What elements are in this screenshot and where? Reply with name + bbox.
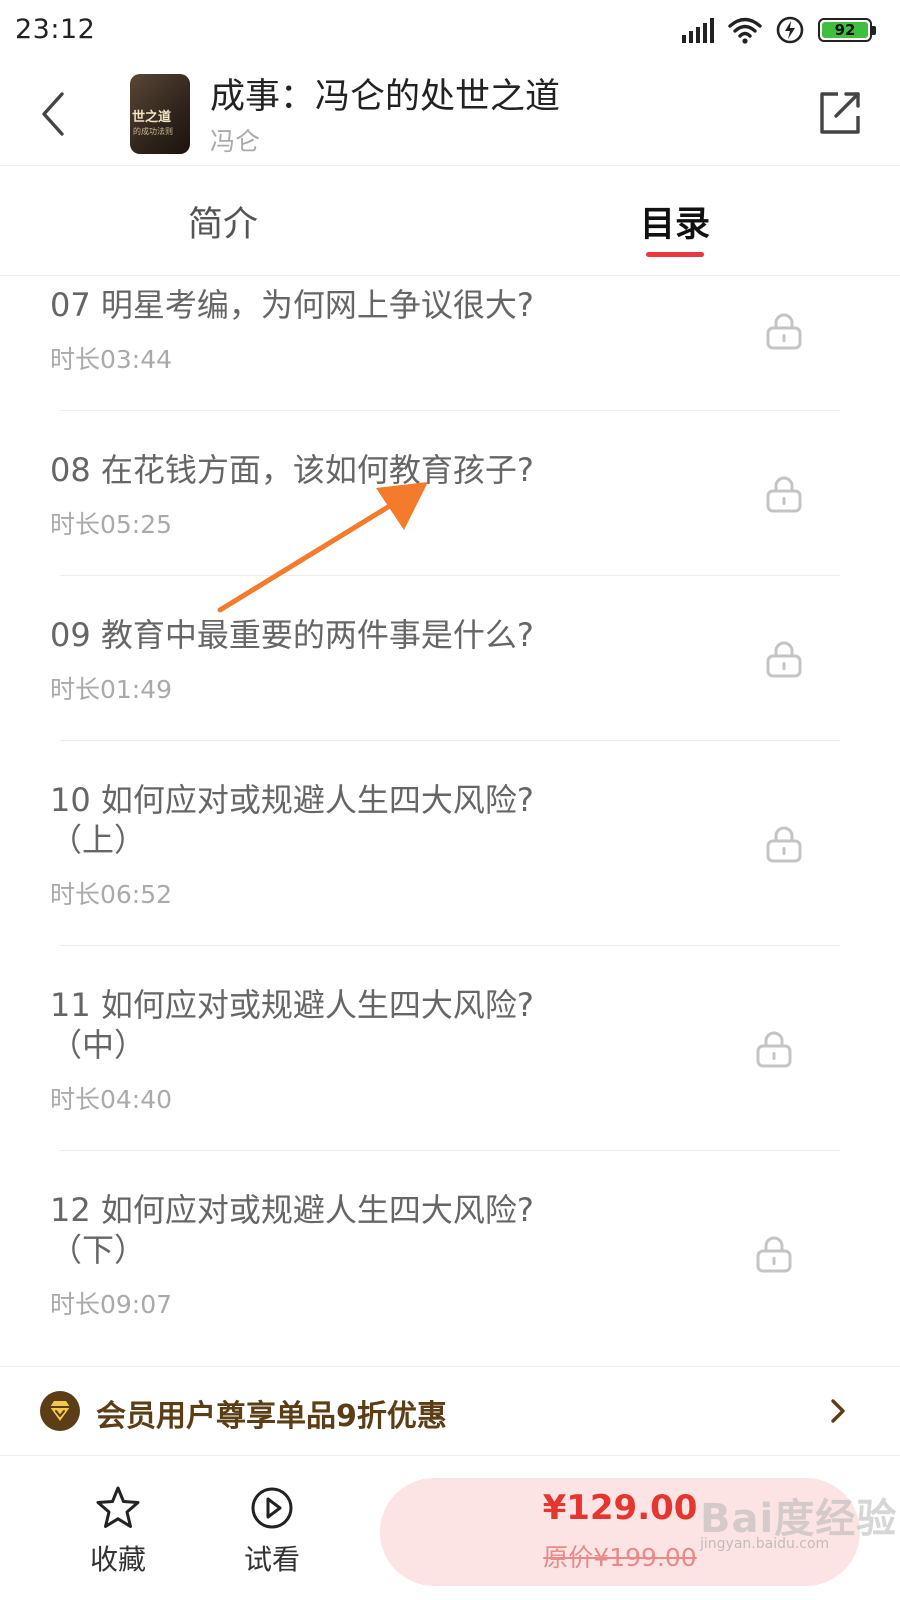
- member-discount-banner[interactable]: 会员用户尊享单品9折优惠: [0, 1366, 900, 1456]
- book-title: 成事：冯仑的处世之道: [210, 77, 561, 117]
- chapter-item[interactable]: 12 如何应对或规避人生四大风险? （下） 时长09:07: [0, 1151, 900, 1351]
- watermark-url: jingyan.baidu.com: [700, 1536, 830, 1552]
- chapter-title: 07 明星考编，为何网上争议很大?: [50, 286, 534, 324]
- chevron-right-icon: [831, 1399, 845, 1423]
- chapter-title: 12 如何应对或规避人生四大风险?: [50, 1191, 534, 1229]
- battery-level: 92: [822, 21, 868, 39]
- charging-icon: [776, 16, 804, 44]
- chapter-item[interactable]: 11 如何应对或规避人生四大风险? （中） 时长04:40: [0, 946, 900, 1150]
- cover-subtitle: 的成功法则: [133, 127, 173, 136]
- chapter-duration: 时长04:40: [50, 1085, 173, 1114]
- trial-button[interactable]: 试看: [222, 1484, 322, 1584]
- header: 世之道 的成功法则 成事：冯仑的处世之道 冯仑: [0, 62, 900, 166]
- chapter-duration: 时长05:25: [50, 510, 173, 539]
- tab-active-indicator: [646, 252, 704, 257]
- chapter-item[interactable]: 08 在花钱方面，该如何教育孩子? 时长05:25: [0, 411, 900, 575]
- favorite-button[interactable]: 收藏: [68, 1484, 168, 1584]
- vip-diamond-icon: [40, 1391, 80, 1431]
- lock-icon: [756, 1031, 792, 1068]
- trial-label: 试看: [243, 1543, 300, 1576]
- chapter-item[interactable]: 09 教育中最重要的两件事是什么? 时长01:49: [0, 576, 900, 740]
- share-icon[interactable]: [816, 88, 864, 138]
- favorite-label: 收藏: [89, 1543, 146, 1576]
- chapter-title: 11 如何应对或规避人生四大风险?: [50, 986, 534, 1024]
- chapter-duration: 时长01:49: [50, 675, 173, 704]
- tab-catalog[interactable]: 目录: [640, 196, 710, 247]
- promo-text: 会员用户尊享单品9折优惠: [96, 1399, 447, 1434]
- signal-icon: [682, 17, 714, 43]
- back-icon[interactable]: [30, 84, 80, 144]
- cover-title: 世之道: [132, 110, 172, 125]
- lock-icon: [756, 1236, 792, 1273]
- book-cover: 世之道 的成功法则: [130, 74, 190, 154]
- chapter-title: 10 如何应对或规避人生四大风险?: [50, 781, 534, 819]
- star-icon: [96, 1486, 140, 1528]
- chapter-duration: 时长06:52: [50, 880, 173, 909]
- chapter-duration: 时长03:44: [50, 345, 173, 374]
- chapter-list[interactable]: 07 明星考编，为何网上争议很大? 时长03:44 08 在花钱方面，该如何教育…: [0, 276, 900, 1366]
- status-time: 23:12: [15, 14, 96, 45]
- chapter-part: （中）: [50, 1026, 147, 1064]
- chapter-item[interactable]: 10 如何应对或规避人生四大风险? （上） 时长06:52: [0, 741, 900, 945]
- tab-intro[interactable]: 简介: [188, 196, 258, 247]
- status-icons: 92: [682, 14, 876, 46]
- status-bar: 23:12 92: [0, 0, 900, 62]
- lock-icon: [766, 476, 802, 513]
- chapter-item[interactable]: 07 明星考编，为何网上争议很大? 时长03:44: [0, 276, 900, 410]
- battery-icon: 92: [818, 18, 876, 42]
- chapter-title: 09 教育中最重要的两件事是什么?: [50, 616, 534, 654]
- tab-bar: 简介 目录: [0, 166, 900, 276]
- lock-icon: [766, 313, 802, 350]
- chapter-part: （下）: [50, 1231, 147, 1269]
- chapter-duration: 时长09:07: [50, 1290, 173, 1319]
- wifi-icon: [728, 17, 762, 44]
- play-circle-icon: [251, 1487, 293, 1529]
- lock-icon: [766, 826, 802, 863]
- lock-icon: [766, 641, 802, 678]
- book-author: 冯仑: [210, 127, 261, 156]
- chapter-part: （上）: [50, 821, 147, 859]
- chapter-title: 08 在花钱方面，该如何教育孩子?: [50, 451, 534, 489]
